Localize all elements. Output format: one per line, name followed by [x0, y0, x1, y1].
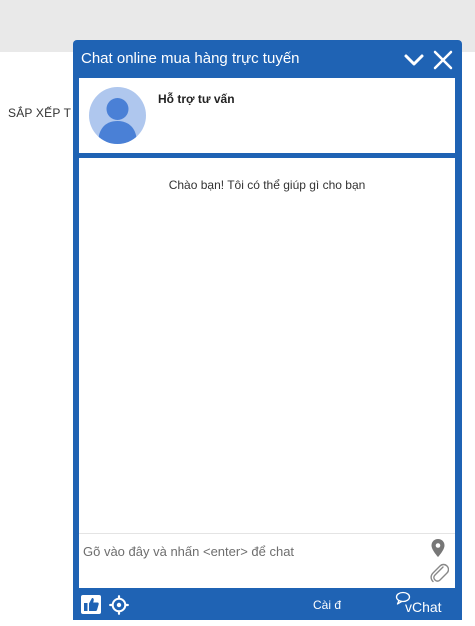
thumbs-up-icon[interactable] — [81, 595, 101, 614]
paperclip-icon[interactable] — [429, 562, 449, 584]
welcome-message: Chào bạn! Tôi có thể giúp gì cho bạn — [168, 178, 366, 192]
compose-area — [79, 533, 455, 588]
vchat-logo[interactable]: vChat — [391, 591, 457, 617]
agent-name: Hỗ trợ tư vấn — [158, 92, 235, 106]
gear-icon[interactable] — [109, 595, 129, 615]
chat-input[interactable] — [81, 538, 425, 564]
location-pin-icon[interactable] — [431, 539, 445, 557]
chat-footer: Cài đ vChat — [73, 589, 462, 620]
chat-header: Chat online mua hàng trực tuyến — [73, 40, 462, 78]
messages-area[interactable]: Chào bạn! Tôi có thể giúp gì cho bạn — [79, 158, 455, 533]
vchat-brand-text: vChat — [405, 599, 442, 615]
settings-link[interactable]: Cài đ — [313, 598, 341, 612]
sort-label: SẮP XẾP T — [8, 106, 72, 120]
agent-panel: Hỗ trợ tư vấn — [79, 78, 455, 153]
chat-window: Chat online mua hàng trực tuyến Hỗ trợ t… — [73, 40, 462, 620]
chat-title: Chat online mua hàng trực tuyến — [81, 50, 300, 67]
close-icon[interactable] — [432, 49, 454, 71]
chevron-down-icon[interactable] — [403, 49, 425, 71]
avatar — [89, 87, 146, 144]
